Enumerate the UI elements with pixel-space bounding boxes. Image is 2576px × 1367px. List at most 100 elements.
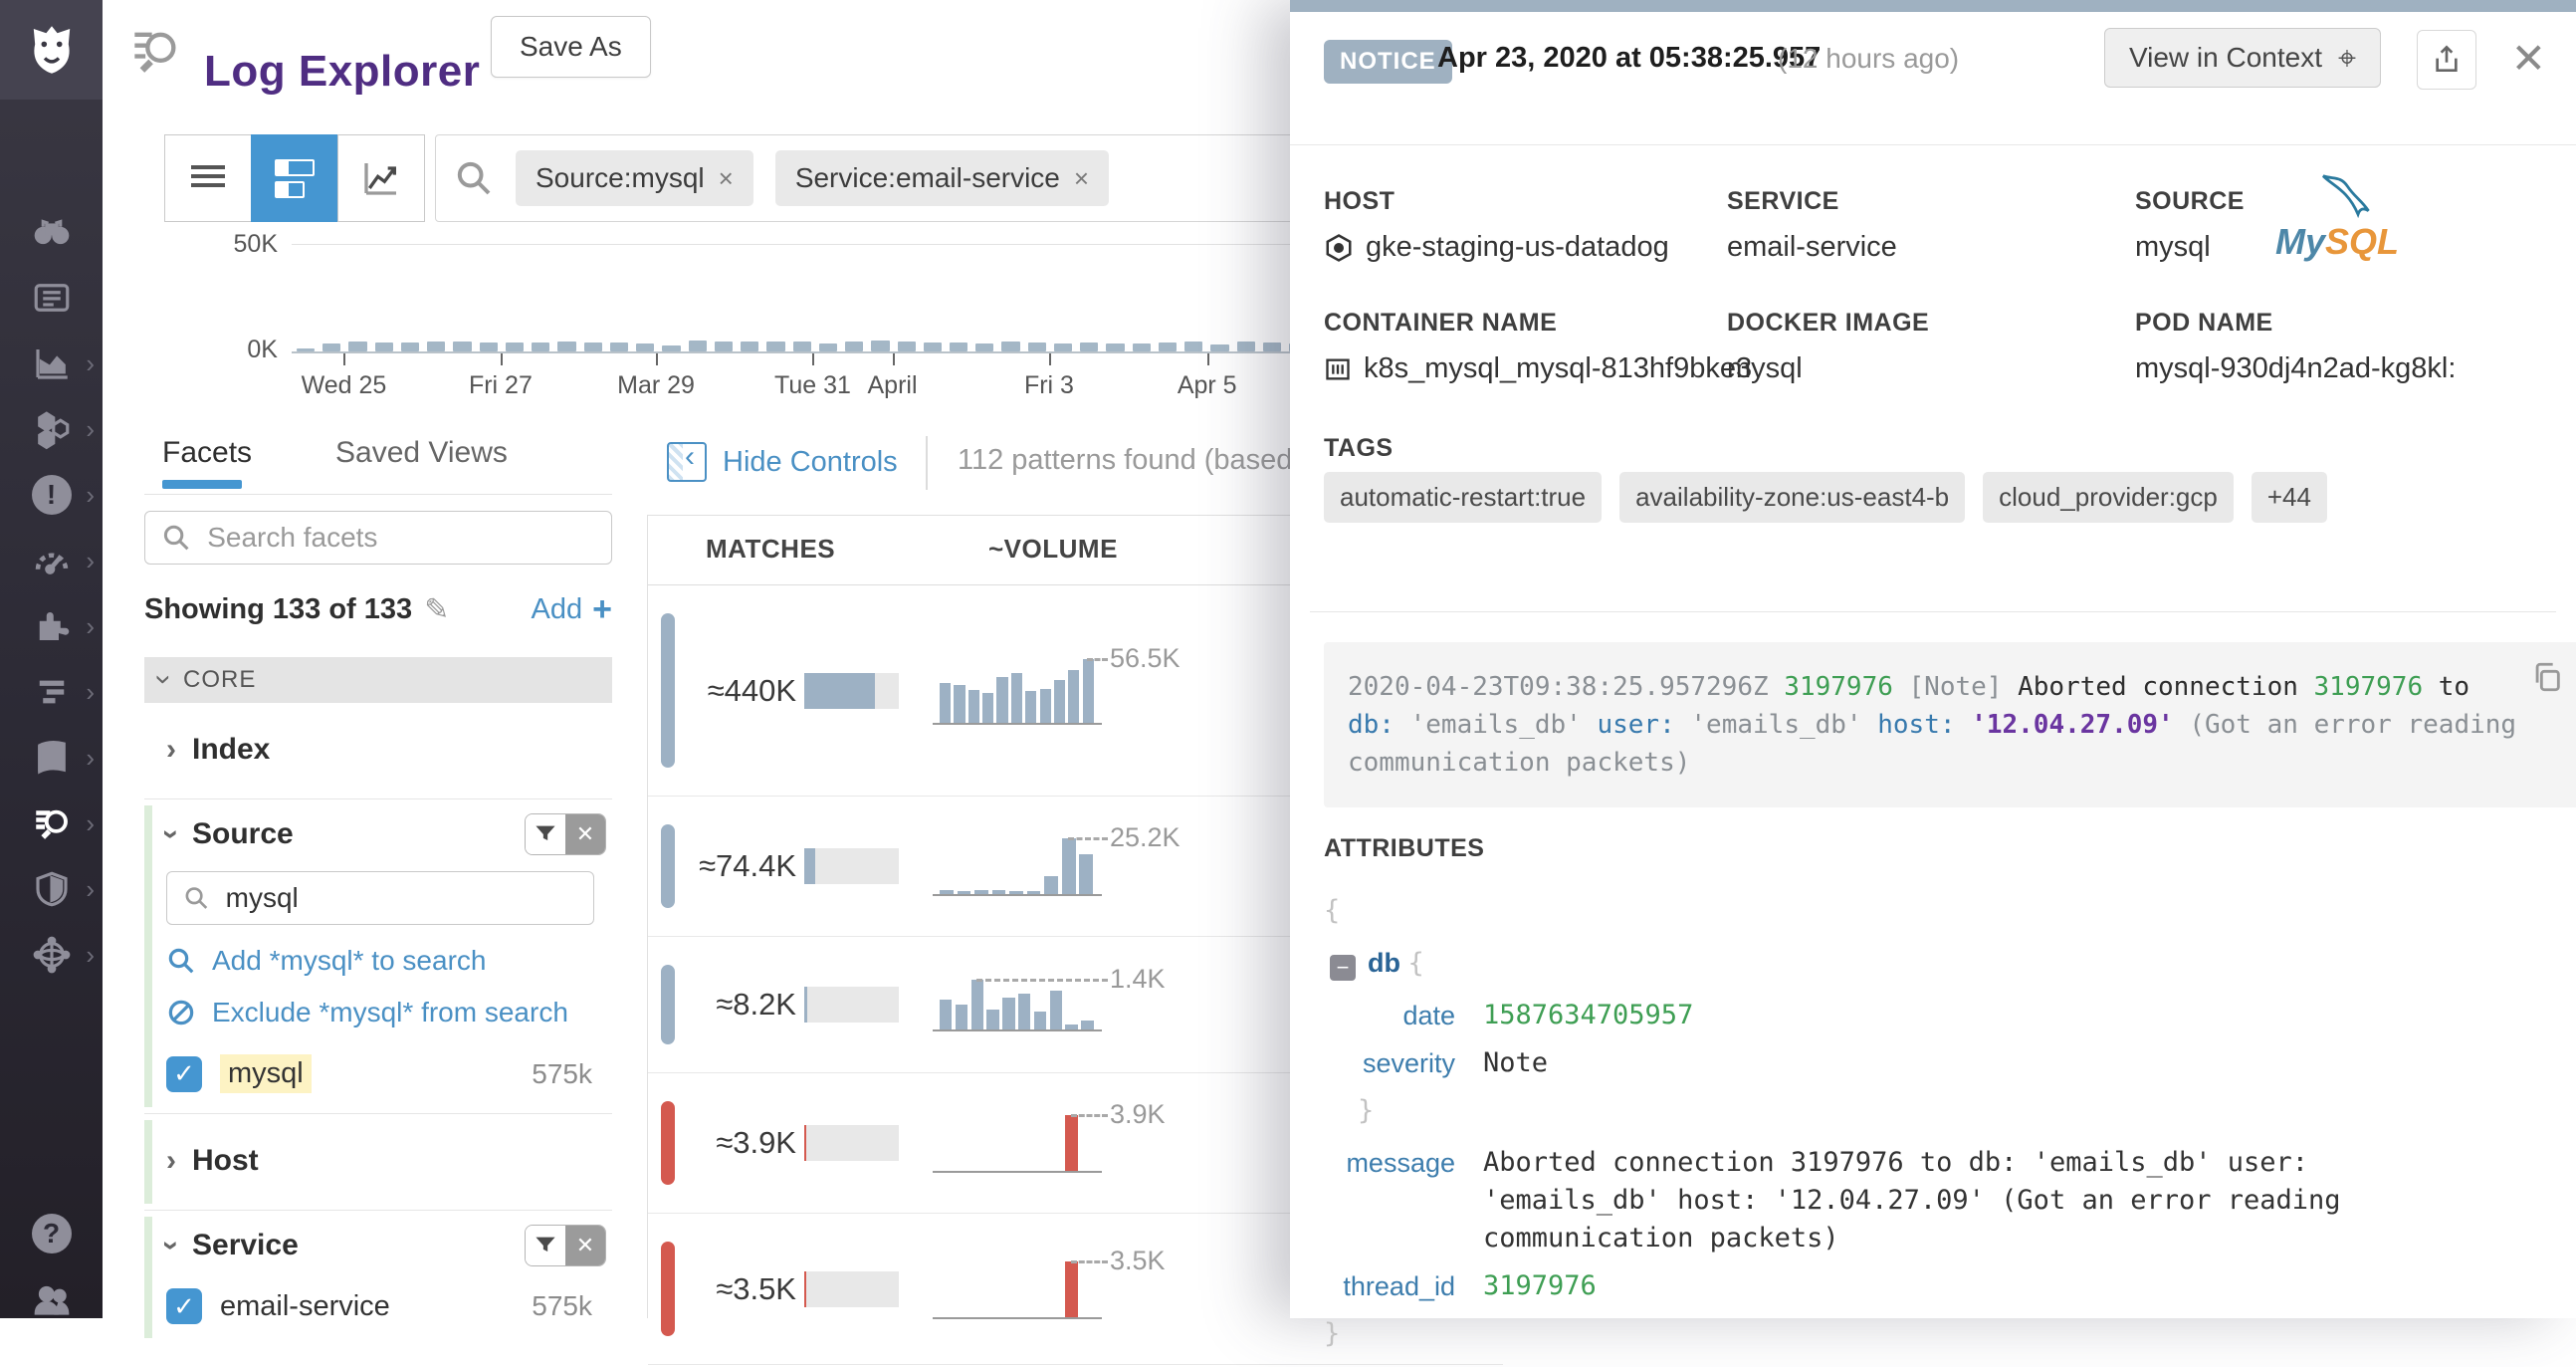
funnel-icon[interactable] <box>526 814 565 854</box>
attr-key-severity[interactable]: severity <box>1324 1044 1455 1082</box>
facet-value-email-service[interactable]: ✓ email-service 575k <box>166 1288 612 1324</box>
tab-facets[interactable]: Facets <box>162 436 252 470</box>
share-button[interactable] <box>2417 30 2476 90</box>
chevron-down-icon: › <box>156 1241 186 1251</box>
histogram-bar <box>506 342 524 352</box>
service-value[interactable]: email-service <box>1727 231 1897 264</box>
facet-filter-toggle[interactable]: ✕ <box>525 813 606 855</box>
histogram-bar <box>636 343 654 351</box>
attr-key-date[interactable]: date <box>1324 997 1455 1034</box>
sidebar-item-watchdog[interactable] <box>0 199 103 265</box>
hide-controls-button[interactable]: Hide Controls <box>667 442 898 482</box>
sidebar-item-help[interactable]: ? <box>0 1201 103 1266</box>
histogram-bar <box>975 343 993 351</box>
datadog-logo[interactable] <box>0 0 103 100</box>
sidebar-item-dashboards[interactable]: › <box>0 528 103 593</box>
remove-filter-icon[interactable]: × <box>719 163 734 194</box>
container-name-value[interactable]: k8s_mysql_mysql-813hf9bke3 <box>1324 352 1752 385</box>
plus-icon: + <box>592 590 612 629</box>
sidebar-item-metrics[interactable]: › <box>0 331 103 396</box>
attr-key-thread-id[interactable]: thread_id <box>1324 1267 1455 1305</box>
histogram-bar <box>689 341 707 351</box>
docker-image-value[interactable]: mysql <box>1727 352 1803 385</box>
histogram-bar <box>375 342 393 352</box>
facet-value-mysql[interactable]: ✓ mysql 575k <box>166 1054 612 1093</box>
sidebar-item-security[interactable]: › <box>0 856 103 922</box>
attr-key-db[interactable]: db <box>1368 948 1400 978</box>
pattern-view-button[interactable] <box>251 134 337 222</box>
search-filter-pill[interactable]: Source:mysql× <box>516 150 753 206</box>
histogram-bar <box>924 342 942 351</box>
y-axis-label-50k: 50K <box>208 230 278 259</box>
histogram-bar <box>1028 342 1046 351</box>
exclude-from-search-link[interactable]: Exclude *mysql* from search <box>166 997 612 1028</box>
edit-facets-icon[interactable]: ✎ <box>424 592 449 627</box>
sidebar-item-infrastructure[interactable]: › <box>0 396 103 462</box>
tag-pill[interactable]: automatic-restart:true <box>1324 472 1602 523</box>
sidebar-item-synthetics[interactable]: › <box>0 922 103 988</box>
host-hexagon-icon <box>1324 233 1354 263</box>
facet-section-host[interactable]: ›Host <box>144 1114 612 1211</box>
remove-filter-icon[interactable]: × <box>1074 163 1089 194</box>
histogram-bar <box>480 342 498 351</box>
tag-pill[interactable]: +44 <box>2252 472 2327 523</box>
checkbox-checked-icon[interactable]: ✓ <box>166 1288 202 1324</box>
sidebar-item-events[interactable] <box>0 265 103 331</box>
close-icon[interactable]: ✕ <box>2511 34 2546 83</box>
message-segment: 3197976 <box>1784 672 1893 702</box>
users-icon <box>31 1278 73 1320</box>
pod-name-value[interactable]: mysql-930dj4n2ad-kg8kl: <box>2135 352 2456 385</box>
facet-filter-toggle[interactable]: ✕ <box>525 1225 606 1266</box>
list-view-button[interactable] <box>164 134 251 222</box>
clear-filter-icon[interactable]: ✕ <box>565 814 605 854</box>
clear-filter-icon[interactable]: ✕ <box>565 1226 605 1265</box>
source-search-box[interactable] <box>166 871 594 925</box>
json-db-group: −db { <box>1324 944 2518 983</box>
facet-section-index[interactable]: ›Index <box>144 703 612 799</box>
facet-search-box[interactable] <box>144 511 612 565</box>
sidebar-item-users[interactable] <box>0 1266 103 1332</box>
chevron-down-icon: › <box>156 829 186 839</box>
collapse-node-icon[interactable]: − <box>1330 955 1356 981</box>
sparkline-baseline <box>933 723 1102 725</box>
host-value[interactable]: gke-staging-us-datadog <box>1324 231 1669 264</box>
facet-group-core[interactable]: › CORE <box>144 657 612 703</box>
sidebar-item-logs[interactable]: › <box>0 791 103 856</box>
section-divider <box>1310 611 2556 612</box>
analytics-view-button[interactable] <box>337 134 425 222</box>
sidebar-item-notebooks[interactable]: › <box>0 725 103 791</box>
funnel-icon[interactable] <box>526 1226 565 1265</box>
attributes-json-tree: { −db { date 1587634705957 severity Note… <box>1324 892 2518 1367</box>
active-tab-indicator <box>162 480 242 489</box>
sidebar-item-apm[interactable]: › <box>0 659 103 725</box>
attr-value-severity: Note <box>1483 1044 1548 1082</box>
tab-saved-views[interactable]: Saved Views <box>335 436 508 470</box>
volume-sparkline: 56.5K <box>939 659 1096 723</box>
add-facet-button[interactable]: Add+ <box>532 590 612 629</box>
tag-pill[interactable]: availability-zone:us-east4-b <box>1619 472 1965 523</box>
attr-key-message[interactable]: message <box>1324 1144 1455 1257</box>
checkbox-checked-icon[interactable]: ✓ <box>166 1056 202 1092</box>
message-segment: '12.04.27.09' <box>1971 710 2174 740</box>
filter-label: Service:email-service <box>795 162 1060 194</box>
tag-pill[interactable]: cloud_provider:gcp <box>1983 472 2234 523</box>
sparkline-bar <box>1025 691 1036 723</box>
facet-search-input[interactable] <box>205 521 595 555</box>
save-as-button[interactable]: Save As <box>491 16 651 78</box>
attr-value-date: 1587634705957 <box>1483 997 1693 1034</box>
histogram-bar <box>715 342 733 351</box>
volume-peak-label: 1.4K <box>1110 964 1166 995</box>
log-message-block: 2020-04-23T09:38:25.957296Z 3197976 [Not… <box>1324 642 2576 807</box>
sparkline-bar <box>940 683 951 723</box>
search-filter-pill[interactable]: Service:email-service × <box>775 150 1109 206</box>
source-value[interactable]: mysql <box>2135 231 2211 264</box>
sidebar-item-monitors[interactable]: !› <box>0 462 103 528</box>
sparkline-baseline <box>933 1029 1102 1031</box>
log-message-text: 2020-04-23T09:38:25.957296Z 3197976 [Not… <box>1348 668 2520 782</box>
source-search-input[interactable] <box>224 881 577 915</box>
log-detail-panel: NOTICE Apr 23, 2020 at 05:38:25.957 (12 … <box>1290 0 2576 1318</box>
sidebar-item-integrations[interactable]: › <box>0 593 103 659</box>
copy-icon[interactable] <box>2530 660 2564 699</box>
add-to-search-link[interactable]: Add *mysql* to search <box>166 945 612 977</box>
view-in-context-button[interactable]: View in Context ⌖ <box>2104 28 2381 88</box>
